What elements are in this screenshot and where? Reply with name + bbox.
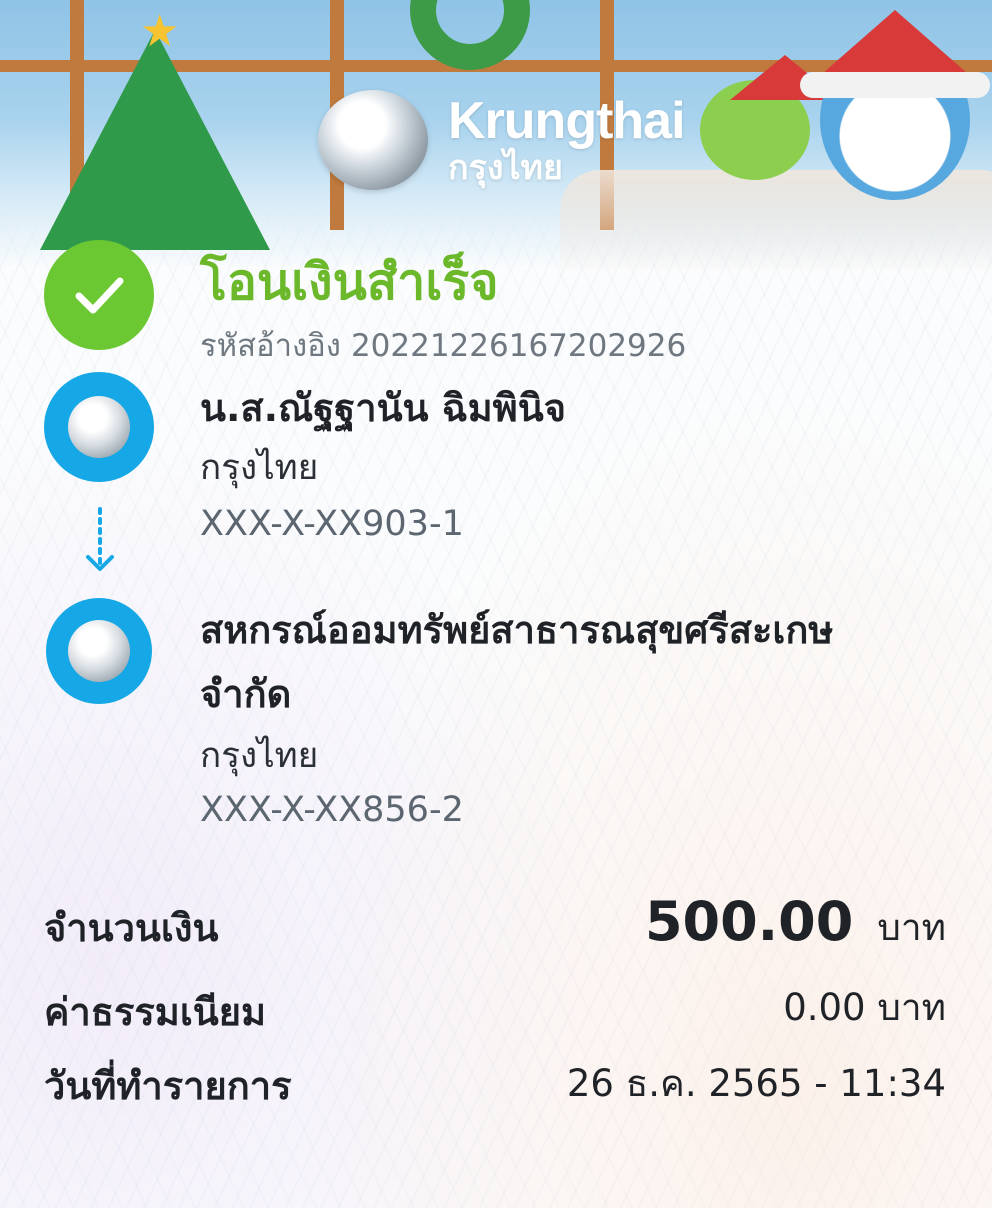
fee-label: ค่าธรรมเนียม [44, 990, 267, 1034]
receiver-bank-icon [46, 598, 152, 704]
sender-name: น.ส.ณัฐฐานัน ฉิมพินิจ [200, 386, 566, 430]
status-title: โอนเงินสำเร็จ [200, 253, 499, 311]
sender-account: XXX-X-XX903-1 [200, 504, 464, 544]
arrow-down-icon [86, 507, 114, 571]
amount-unit: บาท [877, 906, 946, 949]
krungthai-bird-icon [68, 396, 130, 458]
sender-bank: กรุงไทย [200, 448, 319, 488]
transaction-date-label: วันที่ทำรายการ [44, 1064, 292, 1108]
reference-value: 20221226167202926 [350, 328, 687, 364]
receipt-content: โอนเงินสำเร็จ รหัสอ้างอิง 202212261672029… [0, 0, 992, 1208]
receiver-name-line2: จำกัด [200, 672, 292, 716]
amount-value: 500.00 [644, 890, 854, 953]
check-mark-svg [75, 277, 124, 314]
receiver-account: XXX-X-XX856-2 [200, 790, 464, 830]
check-icon [44, 240, 154, 350]
krungthai-bird-icon [68, 620, 130, 682]
receiver-name-line1: สหกรณ์ออมทรัพย์สาธารณสุขศรีสะเกษ [200, 608, 834, 652]
reference-number: รหัสอ้างอิง 20221226167202926 [200, 324, 686, 368]
transaction-date-value: 26 ธ.ค. 2565 - 11:34 [566, 1062, 946, 1105]
amount-label: จำนวนเงิน [44, 906, 219, 950]
reference-label: รหัสอ้างอิง [200, 328, 341, 364]
fee-value: 0.00 บาท [783, 986, 946, 1029]
sender-bank-icon [44, 372, 154, 482]
receiver-bank: กรุงไทย [200, 736, 319, 776]
amount-value-row: 500.00 บาท [645, 892, 946, 958]
